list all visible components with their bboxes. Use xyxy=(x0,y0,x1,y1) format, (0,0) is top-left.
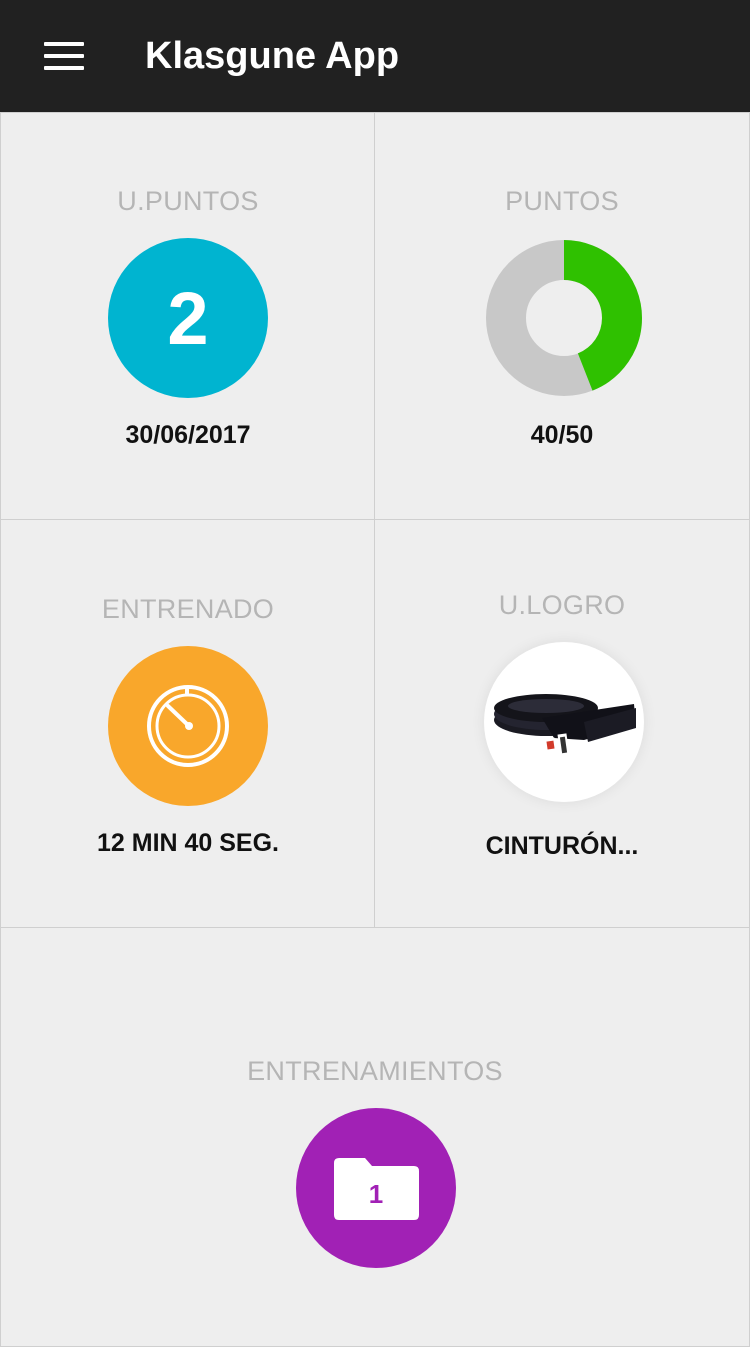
card-puntos[interactable]: PUNTOS 40/50 xyxy=(374,112,750,521)
u-logro-circle xyxy=(484,642,644,802)
card-u-puntos[interactable]: U.PUNTOS 2 30/06/2017 xyxy=(0,112,376,521)
card-label: ENTRENAMIENTOS xyxy=(247,1056,503,1086)
stopwatch-icon xyxy=(147,685,229,767)
u-puntos-value: 2 xyxy=(167,276,209,360)
card-u-logro[interactable]: U.LOGRO CINTURÓN... xyxy=(374,519,750,929)
u-puntos-date: 30/06/2017 xyxy=(125,421,251,449)
black-belt-image xyxy=(494,694,636,763)
menu-icon-line xyxy=(44,54,84,58)
entrenado-value: 12 MIN 40 SEG. xyxy=(96,829,280,857)
app-bar: Klasgune App xyxy=(0,0,750,112)
entrenamientos-circle: 1 xyxy=(296,1108,456,1268)
menu-icon[interactable] xyxy=(44,42,84,70)
entrenado-circle xyxy=(108,646,268,806)
dashboard-grid: U.PUNTOS 2 30/06/2017 PUNTOS 40/50 ENTRE… xyxy=(0,112,750,1347)
card-label: U.LOGRO xyxy=(498,590,626,620)
u-logro-value: CINTURÓN... xyxy=(485,832,639,860)
menu-icon-line xyxy=(44,42,84,46)
entrenamientos-count: 1 xyxy=(368,1179,384,1209)
menu-icon-line xyxy=(44,66,84,70)
u-puntos-circle: 2 xyxy=(108,238,268,398)
card-label: U.PUNTOS xyxy=(117,186,259,216)
card-label: PUNTOS xyxy=(505,186,619,216)
card-entrenamientos[interactable]: ENTRENAMIENTOS 1 xyxy=(0,927,750,1347)
puntos-donut-chart xyxy=(486,240,642,396)
app-title: Klasgune App xyxy=(145,35,400,77)
puntos-value: 40/50 xyxy=(530,421,594,449)
card-label: ENTRENADO xyxy=(101,594,275,624)
card-entrenado[interactable]: ENTRENADO 12 MIN 40 SEG. xyxy=(0,519,376,929)
